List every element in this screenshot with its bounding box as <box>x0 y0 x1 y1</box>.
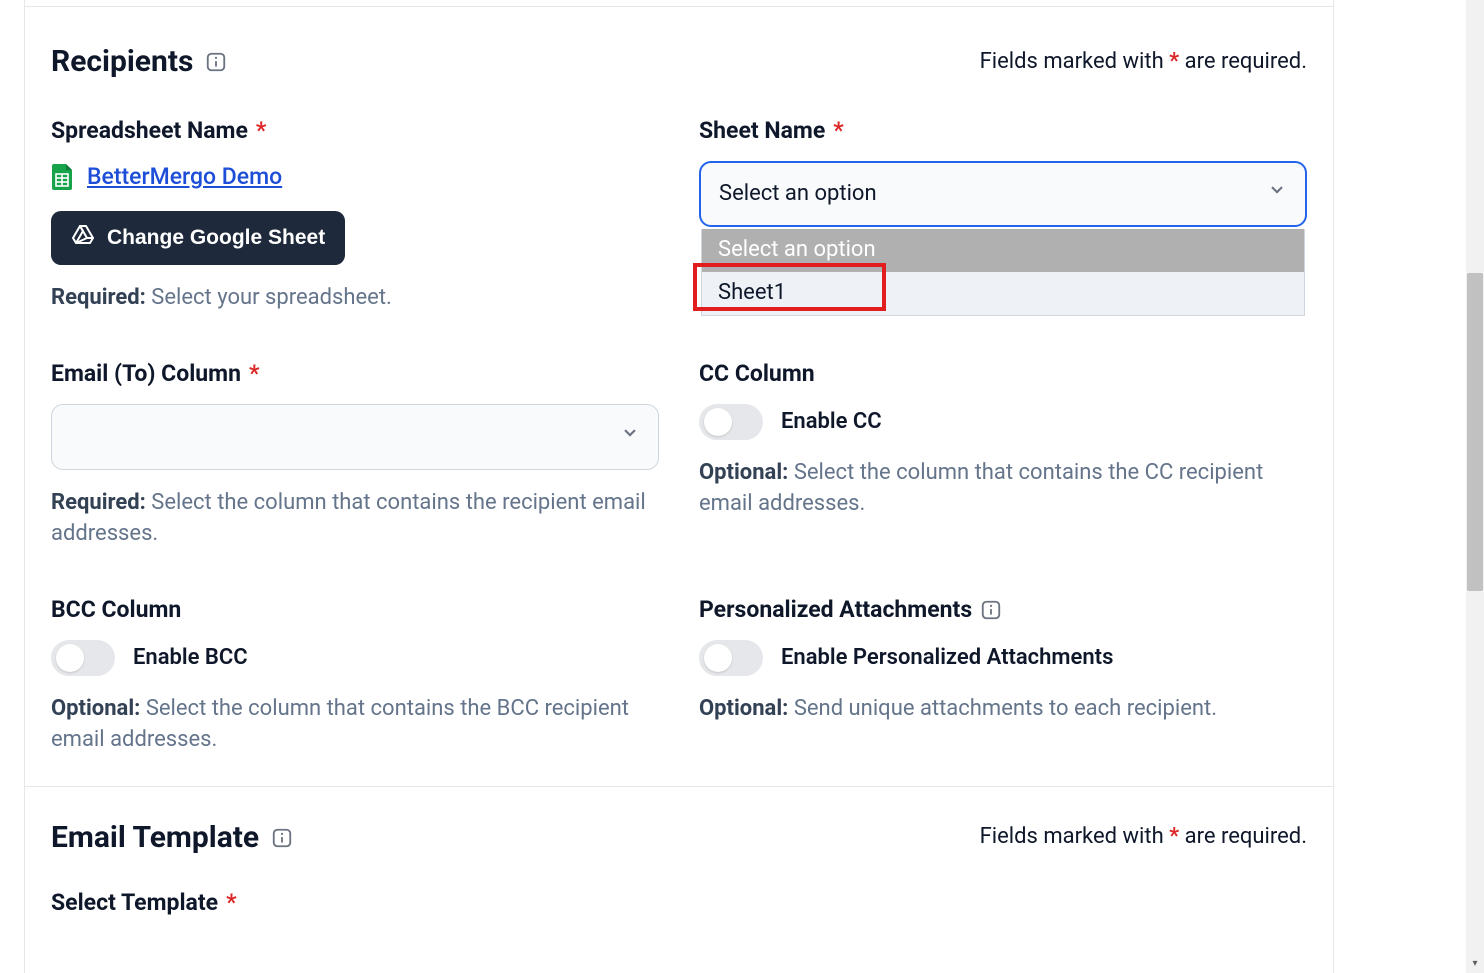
asterisk-icon: * <box>833 115 843 147</box>
google-sheets-icon <box>51 162 75 192</box>
recipients-title: Recipients <box>51 41 227 83</box>
email-to-column-field: Email (To) Column * Required: Select the… <box>51 358 659 550</box>
sheet-name-option-sheet1[interactable]: Sheet1 <box>702 272 1304 315</box>
email-to-column-select[interactable] <box>51 404 659 470</box>
email-to-helper: Required: Select the column that contain… <box>51 488 659 550</box>
scrollbar-thumb[interactable] <box>1467 273 1483 591</box>
scrollbar-track[interactable]: ▾ <box>1466 0 1484 973</box>
recipients-title-text: Recipients <box>51 41 193 83</box>
spreadsheet-name-field: Spreadsheet Name * <box>51 115 659 314</box>
attachments-helper: Optional: Send unique attachments to eac… <box>699 694 1307 725</box>
chevron-down-icon <box>620 422 640 453</box>
bcc-helper: Optional: Select the column that contain… <box>51 694 659 756</box>
form-panel: Recipients Fields marked with * are requ… <box>24 0 1334 973</box>
asterisk-icon: * <box>256 115 266 147</box>
cc-column-field: CC Column Enable CC Optional: Select the… <box>699 358 1307 550</box>
asterisk-icon: * <box>1169 49 1179 74</box>
chevron-down-icon <box>1267 179 1287 210</box>
scroll-down-button[interactable]: ▾ <box>1467 957 1483 973</box>
sheet-name-selected-value: Select an option <box>719 179 877 210</box>
personalized-attachments-field: Personalized Attachments Enable Personal… <box>699 594 1307 756</box>
info-icon[interactable] <box>980 599 1002 621</box>
select-template-label: Select Template <box>51 887 218 919</box>
sheet-name-dropdown: Select an option Sheet1 <box>701 229 1305 316</box>
sheet-name-select[interactable]: Select an option Select an option Sheet1 <box>699 161 1307 227</box>
required-note: Fields marked with * are required. <box>980 822 1307 853</box>
asterisk-icon: * <box>1169 824 1179 849</box>
email-template-title: Email Template <box>51 817 293 859</box>
recipients-section: Recipients Fields marked with * are requ… <box>25 7 1333 786</box>
info-icon[interactable] <box>271 827 293 849</box>
spreadsheet-helper: Required: Select your spreadsheet. <box>51 283 659 314</box>
enable-cc-toggle[interactable] <box>699 404 763 440</box>
required-note: Fields marked with * are required. <box>980 47 1307 78</box>
select-template-field: Select Template * <box>51 887 1307 919</box>
spreadsheet-link[interactable]: BetterMergo Demo <box>87 161 282 193</box>
email-template-section: Email Template Fields marked with * are … <box>25 787 1333 919</box>
cc-helper: Optional: Select the column that contain… <box>699 458 1307 520</box>
enable-cc-label: Enable CC <box>781 407 882 438</box>
sheet-name-label: Sheet Name <box>699 115 825 147</box>
sheet-name-field: Sheet Name * Select an option Select an … <box>699 115 1307 314</box>
cc-column-label: CC Column <box>699 358 815 390</box>
enable-personalized-attachments-toggle[interactable] <box>699 640 763 676</box>
sheet-name-option-placeholder[interactable]: Select an option <box>702 229 1304 272</box>
asterisk-icon: * <box>249 358 259 390</box>
email-template-title-text: Email Template <box>51 817 259 859</box>
bcc-column-field: BCC Column Enable BCC Optional: Select t… <box>51 594 659 756</box>
enable-personalized-attachments-label: Enable Personalized Attachments <box>781 643 1113 674</box>
change-google-sheet-button[interactable]: Change Google Sheet <box>51 211 345 265</box>
enable-bcc-toggle[interactable] <box>51 640 115 676</box>
info-icon[interactable] <box>205 51 227 73</box>
enable-bcc-label: Enable BCC <box>133 643 248 674</box>
personalized-attachments-label: Personalized Attachments <box>699 594 972 626</box>
email-to-column-label: Email (To) Column <box>51 358 241 390</box>
bcc-column-label: BCC Column <box>51 594 181 626</box>
asterisk-icon: * <box>226 887 236 919</box>
spreadsheet-name-label: Spreadsheet Name <box>51 115 248 147</box>
change-sheet-label: Change Google Sheet <box>107 226 325 250</box>
google-drive-icon <box>71 223 95 253</box>
